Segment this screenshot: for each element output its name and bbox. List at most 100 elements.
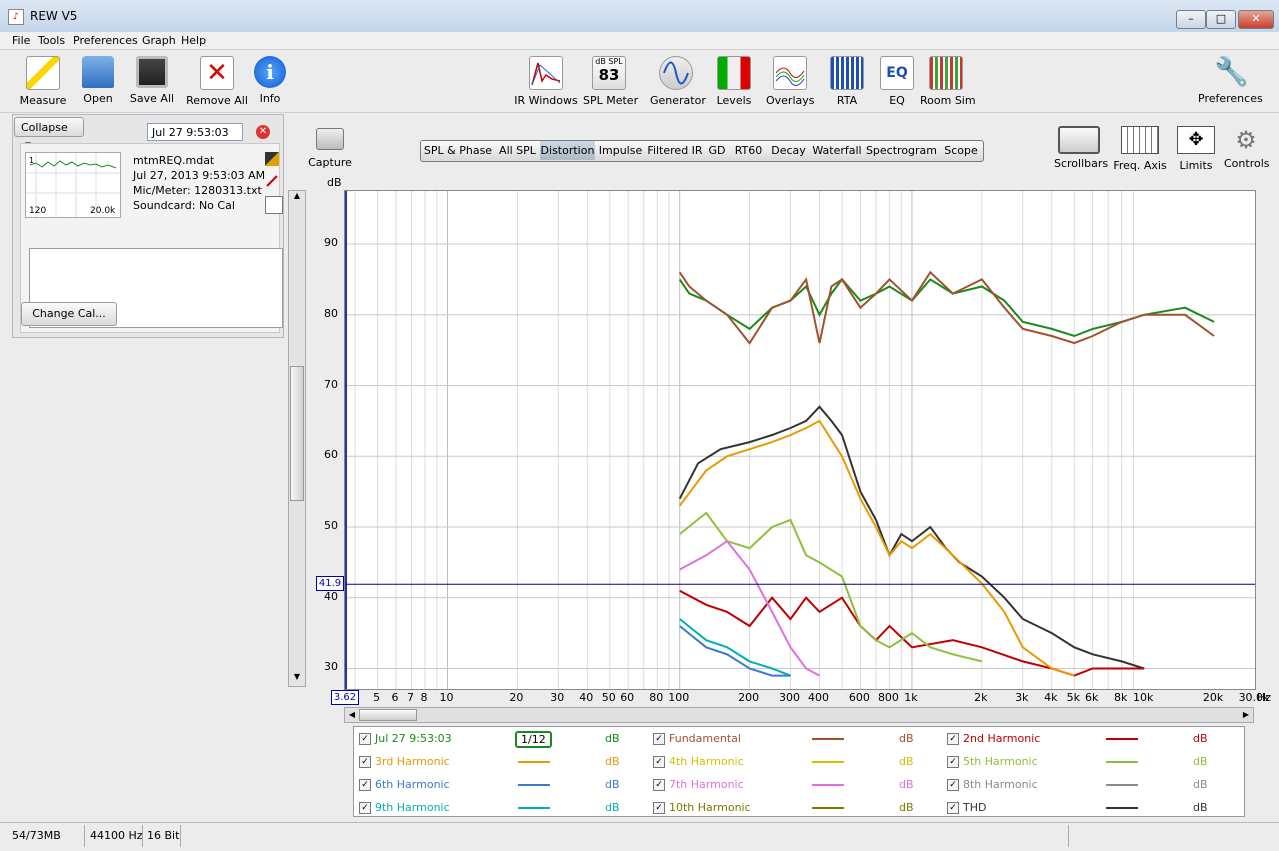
thumbnail-graph: 1 120 20.0k (26, 153, 120, 217)
scroll-down-icon[interactable]: ▼ (289, 672, 305, 686)
scroll-left-icon[interactable]: ◀ (345, 708, 359, 722)
overlays-button[interactable]: Overlays (766, 56, 815, 107)
legend-line-sample[interactable] (812, 807, 844, 809)
legend-trace-name: Fundamental (669, 732, 741, 745)
legend-line-sample[interactable] (812, 784, 844, 786)
tab-impulse[interactable]: Impulse (595, 141, 647, 160)
x-tick-label: 8k (1114, 691, 1128, 704)
measurement-panel: Collapse « Jul 27 9:53:03 ✕ 1 120 20.0k … (12, 114, 284, 338)
legend-trace-name: 2nd Harmonic (963, 732, 1041, 745)
legend-checkbox[interactable]: ✓ (947, 756, 959, 768)
legend-checkbox[interactable]: ✓ (359, 802, 371, 814)
tab-spectrogram[interactable]: Spectrogram (864, 141, 940, 160)
legend-line-sample[interactable] (518, 807, 550, 809)
x-tick-label: 10 (439, 691, 454, 704)
tab-distortion[interactable]: Distortion (540, 141, 596, 160)
scroll-up-icon[interactable]: ▲ (289, 191, 305, 205)
change-cal-button[interactable]: Change Cal... (21, 302, 117, 326)
save-all-button[interactable]: Save All (128, 56, 176, 105)
open-button[interactable]: Open (78, 56, 118, 105)
freq-axis-button[interactable]: Freq. Axis (1112, 126, 1168, 172)
tab-filtered-ir[interactable]: Filtered IR (646, 141, 705, 160)
smoothing-badge[interactable]: 1/12 (515, 731, 552, 748)
minimize-button[interactable]: – (1176, 10, 1206, 29)
limits-button[interactable]: ✥ Limits (1174, 126, 1218, 172)
notes-icon[interactable] (265, 196, 283, 214)
menu-help[interactable]: Help (181, 34, 206, 47)
ir-windows-button[interactable]: IR Windows (514, 56, 578, 107)
color-picker-icon[interactable] (265, 152, 279, 166)
legend-checkbox[interactable]: ✓ (653, 733, 665, 745)
legend-checkbox[interactable]: ✓ (947, 733, 959, 745)
x-tick-label: 800 (877, 691, 899, 704)
vertical-scroll-thumb[interactable] (290, 366, 304, 501)
menu-file[interactable]: File (12, 34, 30, 47)
tab-decay[interactable]: Decay (767, 141, 811, 160)
y-tick-label: 80 (324, 306, 338, 320)
horizontal-scrollbar[interactable]: ◀ ▶ (344, 707, 1254, 723)
open-label: Open (83, 92, 113, 105)
legend-trace-name: 9th Harmonic (375, 801, 450, 814)
legend-unit: dB (1193, 755, 1208, 768)
legend-line-sample[interactable] (1106, 807, 1138, 809)
remove-measurement-icon[interactable]: ✕ (256, 125, 270, 139)
legend-line-sample[interactable] (1106, 761, 1138, 763)
close-button[interactable]: ✕ (1238, 10, 1274, 29)
room-sim-button[interactable]: Room Sim (920, 56, 976, 107)
legend-line-sample[interactable] (518, 761, 550, 763)
measurement-date: Jul 27, 2013 9:53:03 AM (133, 169, 266, 182)
tab-rt60[interactable]: RT60 (730, 141, 768, 160)
x-tick-label: 7 (407, 691, 414, 704)
menu-tools[interactable]: Tools (38, 34, 65, 47)
legend-line-sample[interactable] (812, 738, 844, 740)
pen-icon[interactable] (265, 174, 279, 188)
capture-button[interactable]: Capture (308, 128, 352, 169)
save-icon (136, 56, 168, 88)
tab-all-spl[interactable]: All SPL (495, 141, 541, 160)
vertical-scrollbar[interactable]: ▲ ▼ (288, 190, 306, 687)
menu-preferences[interactable]: Preferences (73, 34, 138, 47)
collapse-button[interactable]: Collapse « (14, 117, 84, 156)
legend-checkbox[interactable]: ✓ (653, 779, 665, 791)
generator-button[interactable]: Generator (650, 56, 706, 107)
legend-checkbox[interactable]: ✓ (359, 733, 371, 745)
legend-checkbox[interactable]: ✓ (359, 756, 371, 768)
legend-unit: dB (1193, 732, 1208, 745)
legend-checkbox[interactable]: ✓ (653, 756, 665, 768)
tab-gd[interactable]: GD (704, 141, 731, 160)
legend-checkbox[interactable]: ✓ (947, 802, 959, 814)
measurement-soundcard: Soundcard: No Cal (133, 199, 235, 212)
info-button[interactable]: i Info (254, 56, 286, 105)
tab-waterfall[interactable]: Waterfall (810, 141, 865, 160)
legend-line-sample[interactable] (518, 784, 550, 786)
tab-scope[interactable]: Scope (939, 141, 983, 160)
legend-checkbox[interactable]: ✓ (359, 779, 371, 791)
legend-line-sample[interactable] (1106, 784, 1138, 786)
maximize-button[interactable]: □ (1206, 10, 1236, 29)
trace-legend: ✓ Jul 27 9:53:03 1/12 dB ✓ 3rd Harmonic dB ✓ 6th… (353, 726, 1245, 817)
legend-checkbox[interactable]: ✓ (947, 779, 959, 791)
remove-all-button[interactable]: ✕ Remove All (186, 56, 248, 107)
x-tick-label: 5k (1066, 691, 1080, 704)
wrench-icon: 🔧 (1214, 55, 1249, 88)
distortion-graph[interactable] (344, 190, 1256, 690)
spl-meter-button[interactable]: dB SPL 83 SPL Meter (583, 56, 638, 107)
distortion-graph-svg[interactable] (345, 191, 1255, 689)
menu-graph[interactable]: Graph (142, 34, 176, 47)
scroll-right-icon[interactable]: ▶ (1239, 708, 1253, 722)
controls-button[interactable]: ⚙ Controls (1224, 126, 1270, 170)
measurement-name-field[interactable]: Jul 27 9:53:03 (147, 123, 243, 141)
legend-checkbox[interactable]: ✓ (653, 802, 665, 814)
legend-line-sample[interactable] (812, 761, 844, 763)
tab-spl-phase[interactable]: SPL & Phase (421, 141, 496, 160)
eq-button[interactable]: EQ EQ (880, 56, 914, 107)
rta-button[interactable]: RTA (830, 56, 864, 107)
measure-button[interactable]: Measure (18, 56, 68, 107)
legend-trace-name: 7th Harmonic (669, 778, 744, 791)
horizontal-scroll-thumb[interactable] (359, 709, 417, 721)
levels-button[interactable]: Levels (714, 56, 754, 107)
x-min-label[interactable]: 3.62 (331, 690, 359, 705)
scrollbars-button[interactable]: Scrollbars (1054, 126, 1108, 170)
legend-line-sample[interactable] (1106, 738, 1138, 740)
preferences-button[interactable]: 🔧 Preferences (1198, 55, 1263, 106)
